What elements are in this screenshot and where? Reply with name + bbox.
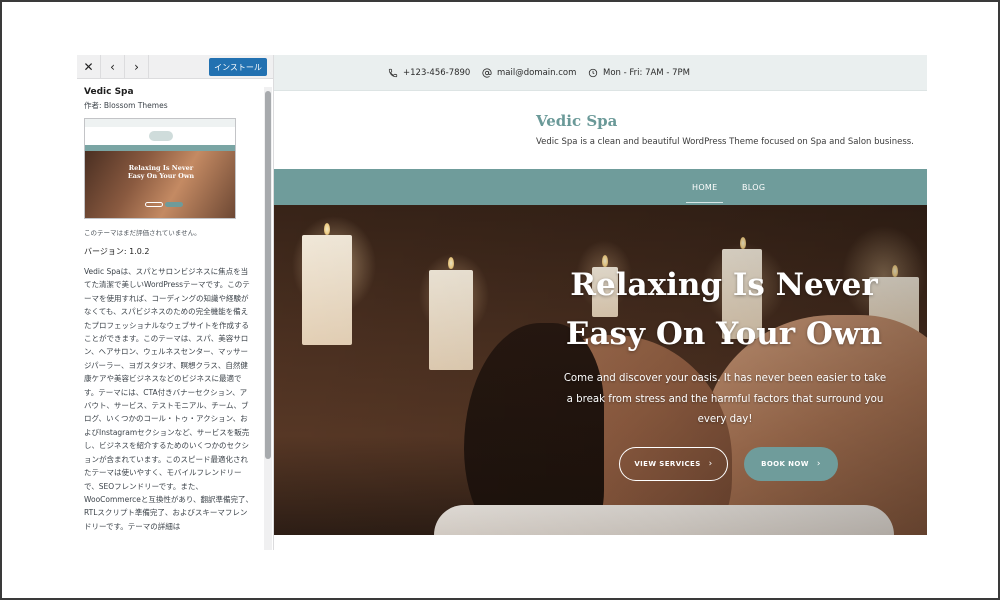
phone-number: +123-456-7890 — [403, 68, 471, 78]
chevron-right-icon: › — [708, 459, 713, 469]
clock-icon — [588, 68, 598, 78]
sidebar-toolbar: ✕ ‹ › インストール — [77, 55, 273, 79]
chevron-right-icon: › — [816, 459, 821, 469]
hours-text: Mon - Fri: 7AM - 7PM — [603, 68, 690, 78]
close-icon: ✕ — [83, 60, 94, 74]
view-services-button[interactable]: VIEW SERVICES › — [619, 447, 728, 481]
theme-author: 作者: Blossom Themes — [84, 101, 168, 110]
email-contact[interactable]: mail@domain.com — [482, 55, 576, 91]
contact-topbar: +123-456-7890 mail@domain.com Mon - Fri:… — [274, 55, 927, 91]
book-now-label: BOOK NOW — [761, 460, 809, 468]
thumbnail-logo — [149, 131, 173, 141]
opening-hours: Mon - Fri: 7AM - 7PM — [588, 55, 690, 91]
thumbnail-title: Relaxing Is Never Easy On Your Own — [127, 164, 195, 181]
main-navigation: HOME BLOG — [274, 169, 927, 205]
hero-title: Relaxing Is Never Easy On Your Own — [565, 267, 883, 352]
close-button[interactable]: ✕ — [77, 55, 101, 79]
hero-banner: Relaxing Is Never Easy On Your Own Come … — [274, 205, 927, 535]
theme-screenshot-thumbnail: Relaxing Is Never Easy On Your Own — [84, 118, 236, 219]
scrollbar-thumb[interactable] — [265, 91, 271, 459]
chevron-right-icon: › — [134, 60, 139, 74]
next-theme-button[interactable]: › — [125, 55, 149, 79]
sidebar-scrollbar[interactable] — [264, 87, 272, 550]
phone-icon — [388, 68, 398, 78]
email-address: mail@domain.com — [497, 68, 577, 78]
theme-details-sidebar: ✕ ‹ › インストール Vedic Spa 作者: Blossom Theme… — [77, 55, 274, 550]
theme-version: バージョン: 1.0.2 — [84, 247, 150, 256]
theme-name: Vedic Spa — [84, 87, 134, 97]
thumbnail-hero-image — [85, 151, 235, 218]
window-frame: ✕ ‹ › インストール Vedic Spa 作者: Blossom Theme… — [0, 0, 1000, 600]
site-title[interactable]: Vedic Spa — [536, 112, 617, 130]
site-tagline: Vedic Spa is a clean and beautiful WordP… — [536, 137, 914, 147]
at-sign-icon — [482, 68, 492, 78]
view-services-label: VIEW SERVICES — [634, 460, 701, 468]
book-now-button[interactable]: BOOK NOW › — [744, 447, 838, 481]
chevron-left-icon: ‹ — [110, 60, 115, 74]
install-button[interactable]: インストール — [209, 58, 267, 76]
hero-subtitle: Come and discover your oasis. It has nev… — [563, 373, 887, 425]
previous-theme-button[interactable]: ‹ — [101, 55, 125, 79]
nav-item-blog[interactable]: BLOG — [742, 169, 765, 205]
theme-preview: +123-456-7890 mail@domain.com Mon - Fri:… — [274, 55, 927, 535]
theme-info: Vedic Spa 作者: Blossom Themes Relaxing Is… — [84, 87, 262, 533]
rating-status: このテーマはまだ評価されていません。 — [84, 229, 201, 237]
phone-contact[interactable]: +123-456-7890 — [388, 55, 470, 91]
nav-item-home[interactable]: HOME — [685, 169, 725, 205]
theme-description: Vedic Spaは、スパとサロンビジネスに焦点を当てた清潔で美しいWordPr… — [84, 267, 254, 531]
